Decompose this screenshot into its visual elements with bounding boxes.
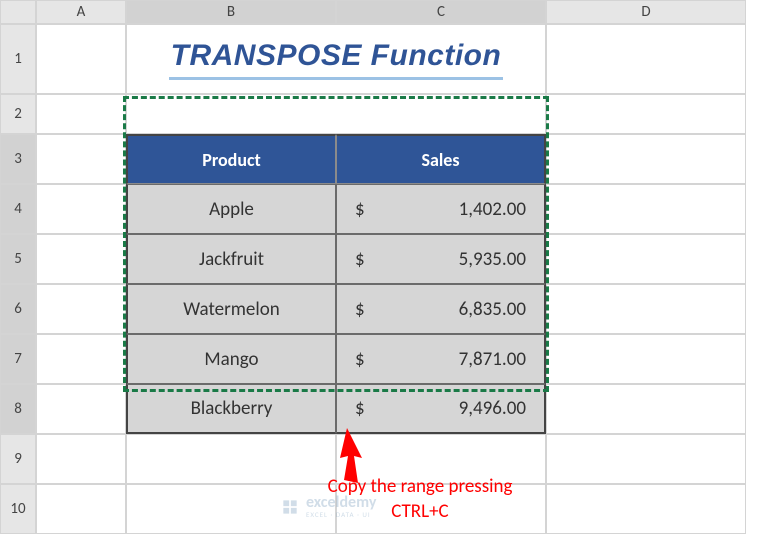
cell-a10[interactable] bbox=[36, 484, 126, 534]
select-all-corner[interactable] bbox=[0, 0, 36, 24]
cell-a6[interactable] bbox=[36, 284, 126, 334]
sales-value: 6,835.00 bbox=[459, 298, 526, 321]
row-header-10[interactable]: 10 bbox=[0, 484, 36, 534]
cell-d4[interactable] bbox=[546, 184, 746, 234]
cell-a9[interactable] bbox=[36, 434, 126, 484]
currency-symbol: $ bbox=[355, 397, 365, 420]
table-cell-sales-2[interactable]: $6,835.00 bbox=[336, 284, 546, 334]
currency-symbol: $ bbox=[355, 298, 365, 321]
cell-a5[interactable] bbox=[36, 234, 126, 284]
row-header-3[interactable]: 3 bbox=[0, 134, 36, 184]
cell-a1[interactable] bbox=[36, 24, 126, 94]
cell-a8[interactable] bbox=[36, 384, 126, 434]
table-header-sales[interactable]: Sales bbox=[336, 134, 546, 184]
cell-a3[interactable] bbox=[36, 134, 126, 184]
cell-d8[interactable] bbox=[546, 384, 746, 434]
table-cell-product-2[interactable]: Watermelon bbox=[126, 284, 336, 334]
cell-d6[interactable] bbox=[546, 284, 746, 334]
row-header-9[interactable]: 9 bbox=[0, 434, 36, 484]
cell-d7[interactable] bbox=[546, 334, 746, 384]
row-header-4[interactable]: 4 bbox=[0, 184, 36, 234]
row-header-6[interactable]: 6 bbox=[0, 284, 36, 334]
col-header-a[interactable]: A bbox=[36, 0, 126, 24]
cell-d2[interactable] bbox=[546, 94, 746, 134]
currency-symbol: $ bbox=[355, 348, 365, 371]
cell-d1[interactable] bbox=[546, 24, 746, 94]
table-cell-product-3[interactable]: Mango bbox=[126, 334, 336, 384]
spreadsheet-grid: A B C D 1 TRANSPOSE Function 2 3 Product… bbox=[0, 0, 767, 534]
sales-value: 5,935.00 bbox=[459, 248, 526, 271]
cell-d9[interactable] bbox=[546, 434, 746, 484]
cell-bc2[interactable] bbox=[126, 94, 546, 134]
row-header-5[interactable]: 5 bbox=[0, 234, 36, 284]
table-cell-sales-3[interactable]: $7,871.00 bbox=[336, 334, 546, 384]
sales-value: 1,402.00 bbox=[459, 198, 526, 221]
cell-d3[interactable] bbox=[546, 134, 746, 184]
annotation-line2: CTRL+C bbox=[290, 500, 550, 525]
cell-a2[interactable] bbox=[36, 94, 126, 134]
table-cell-product-4[interactable]: Blackberry bbox=[126, 384, 336, 434]
col-header-b[interactable]: B bbox=[126, 0, 336, 24]
table-cell-product-0[interactable]: Apple bbox=[126, 184, 336, 234]
col-header-c[interactable]: C bbox=[336, 0, 546, 24]
row-header-1[interactable]: 1 bbox=[0, 24, 36, 94]
table-cell-sales-4[interactable]: $9,496.00 bbox=[336, 384, 546, 434]
table-header-product[interactable]: Product bbox=[126, 134, 336, 184]
currency-symbol: $ bbox=[355, 198, 365, 221]
col-header-d[interactable]: D bbox=[546, 0, 746, 24]
page-title: TRANSPOSE Function bbox=[169, 39, 504, 80]
cell-d10[interactable] bbox=[546, 484, 746, 534]
row-header-2[interactable]: 2 bbox=[0, 94, 36, 134]
title-cell[interactable]: TRANSPOSE Function bbox=[126, 24, 546, 94]
annotation-text: Copy the range pressing CTRL+C bbox=[290, 475, 550, 524]
row-header-8[interactable]: 8 bbox=[0, 384, 36, 434]
table-cell-product-1[interactable]: Jackfruit bbox=[126, 234, 336, 284]
table-cell-sales-1[interactable]: $5,935.00 bbox=[336, 234, 546, 284]
row-header-7[interactable]: 7 bbox=[0, 334, 36, 384]
cell-a4[interactable] bbox=[36, 184, 126, 234]
table-cell-sales-0[interactable]: $1,402.00 bbox=[336, 184, 546, 234]
currency-symbol: $ bbox=[355, 248, 365, 271]
cell-d5[interactable] bbox=[546, 234, 746, 284]
sales-value: 7,871.00 bbox=[459, 348, 526, 371]
annotation-line1: Copy the range pressing bbox=[290, 475, 550, 500]
cell-a7[interactable] bbox=[36, 334, 126, 384]
sales-value: 9,496.00 bbox=[459, 397, 526, 420]
